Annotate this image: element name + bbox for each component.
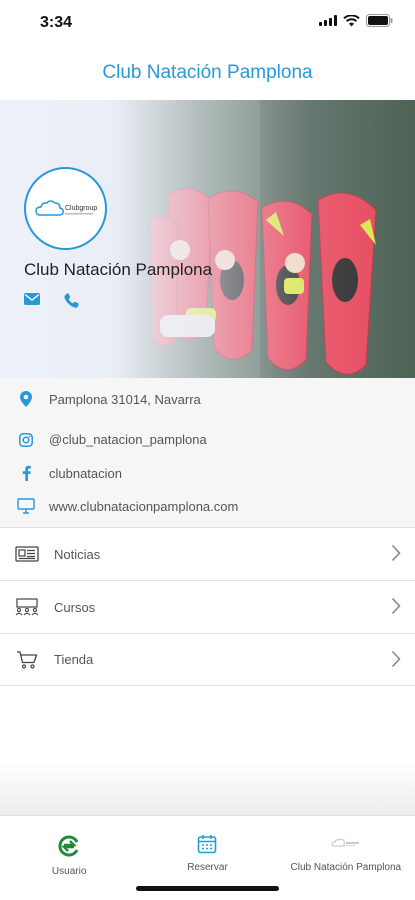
menu-label-cursos: Cursos: [54, 599, 96, 615]
facebook-row[interactable]: clubnatacion: [0, 465, 415, 481]
menu-label-tienda: Tienda: [54, 652, 94, 667]
contact-info: Pamplona 31014, Navarra @club_natacion_p…: [0, 378, 415, 527]
monitor-icon: [3, 498, 49, 514]
hero-banner: Clubgroup Club Natación Pamplona: [0, 100, 415, 378]
menu-list: Noticias Cursos Tienda: [0, 527, 415, 686]
club-logo: Clubgroup: [24, 167, 107, 250]
chevron-right-icon: [391, 597, 401, 615]
battery-icon: [366, 14, 393, 27]
instagram-text: @club_natacion_pamplona: [49, 432, 207, 447]
address-row[interactable]: Pamplona 31014, Navarra: [0, 391, 415, 407]
club-name: Club Natación Pamplona: [24, 260, 213, 279]
cloud-logo-icon: Clubgroup: [34, 199, 97, 216]
wifi-icon: [343, 14, 360, 26]
tab-bar: Usuario Reservar Club Natación Pamplona: [0, 815, 415, 900]
status-time: 3:34: [40, 14, 73, 31]
app-header: Club Natación Pamplona: [0, 46, 415, 100]
chevron-right-icon: [391, 544, 401, 562]
menu-label-noticias: Noticias: [54, 546, 101, 562]
home-indicator: [136, 886, 279, 891]
instagram-row[interactable]: @club_natacion_pamplona: [0, 432, 415, 447]
newspaper-icon: [0, 546, 54, 562]
website-row[interactable]: www.clubnatacionpamplona.com: [0, 498, 415, 514]
cart-icon: [0, 650, 54, 669]
user-logo-icon: [58, 835, 79, 857]
bottom-shadow: [0, 760, 415, 815]
tab-usuario[interactable]: Usuario: [0, 816, 138, 900]
calendar-icon: [198, 835, 217, 854]
website-text: www.clubnatacionpamplona.com: [49, 498, 239, 514]
status-bar: 3:34: [0, 0, 415, 46]
menu-item-cursos[interactable]: Cursos: [0, 580, 415, 633]
facebook-icon: [3, 465, 49, 481]
tab-club[interactable]: Club Natación Pamplona: [277, 816, 415, 900]
contact-icons: [24, 293, 79, 308]
tab-label-club: Club Natación Pamplona: [290, 862, 402, 873]
phone-icon[interactable]: [64, 293, 79, 308]
instagram-icon: [3, 432, 49, 447]
menu-item-tienda[interactable]: Tienda: [0, 633, 415, 686]
signal-icon: [319, 15, 337, 26]
club-logo-icon: [331, 838, 359, 847]
svg-text:Clubgroup: Clubgroup: [65, 205, 97, 212]
location-pin-icon: [3, 391, 49, 407]
menu-item-noticias[interactable]: Noticias: [0, 527, 415, 580]
facebook-text: clubnatacion: [49, 465, 122, 481]
mail-icon[interactable]: [24, 293, 40, 305]
status-icons: [319, 14, 393, 27]
chevron-right-icon: [391, 650, 401, 668]
page-title: Club Natación Pamplona: [102, 62, 313, 83]
classroom-icon: [0, 598, 54, 616]
tab-label-reservar: Reservar: [187, 862, 228, 873]
address-text: Pamplona 31014, Navarra: [49, 391, 201, 407]
tab-label-usuario: Usuario: [51, 866, 87, 877]
